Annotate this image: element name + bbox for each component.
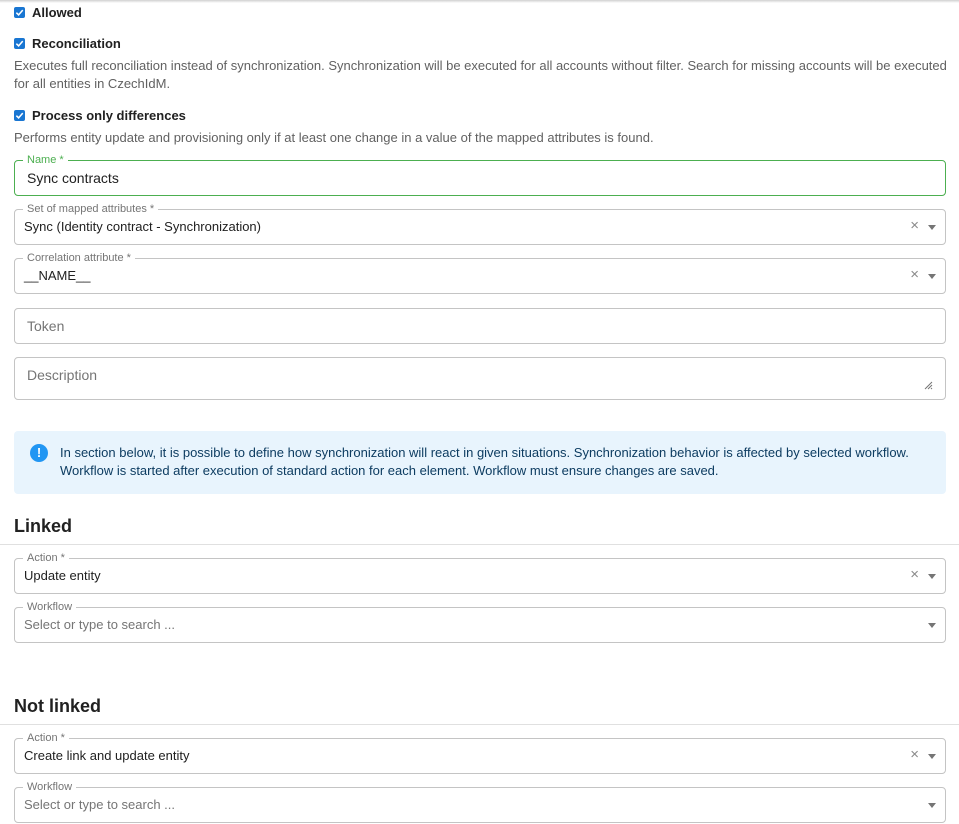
allowed-checkbox[interactable]	[14, 7, 25, 18]
not-linked-divider	[0, 724, 959, 725]
not-linked-action-value: Create link and update entity	[24, 748, 190, 763]
chevron-down-icon[interactable]	[928, 754, 936, 759]
description-textarea[interactable]: Description	[14, 357, 946, 400]
allowed-label: Allowed	[32, 5, 82, 20]
not-linked-action-label: Action *	[23, 731, 69, 745]
name-field-value[interactable]: Sync contracts	[27, 170, 119, 186]
clear-icon[interactable]: ×	[910, 566, 919, 584]
process-differences-checkbox-row[interactable]: Process only differences	[14, 108, 186, 123]
not-linked-section-title: Not linked	[14, 696, 102, 716]
linked-workflow-select[interactable]: Workflow Select or type to search ...	[14, 600, 946, 643]
clear-icon[interactable]: ×	[910, 266, 919, 284]
process-differences-checkbox[interactable]	[14, 110, 25, 121]
resize-handle-icon[interactable]	[923, 380, 933, 390]
not-linked-workflow-label: Workflow	[23, 780, 77, 794]
reconciliation-help: Executes full reconciliation instead of …	[14, 58, 947, 91]
description-placeholder: Description	[27, 367, 98, 383]
token-input[interactable]: Token	[14, 308, 946, 344]
reconciliation-label: Reconciliation	[32, 36, 121, 51]
chevron-down-icon[interactable]	[928, 274, 936, 279]
linked-section-title: Linked	[14, 516, 73, 536]
token-placeholder: Token	[27, 318, 65, 334]
name-field[interactable]: Name * Sync contracts	[14, 153, 946, 196]
reconciliation-checkbox-row[interactable]: Reconciliation	[14, 36, 121, 51]
chevron-down-icon[interactable]	[928, 623, 936, 628]
mapping-select-label: Set of mapped attributes *	[23, 202, 159, 216]
linked-workflow-placeholder: Select or type to search ...	[24, 617, 176, 632]
not-linked-workflow-select[interactable]: Workflow Select or type to search ...	[14, 780, 946, 823]
clear-icon[interactable]: ×	[910, 746, 919, 764]
process-differences-help: Performs entity update and provisioning …	[14, 130, 654, 145]
reconciliation-checkbox[interactable]	[14, 38, 25, 49]
chevron-down-icon[interactable]	[928, 574, 936, 579]
top-shadow	[0, 0, 959, 3]
correlation-select-value: __NAME__	[24, 268, 91, 283]
info-alert: ! In section below, it is possible to de…	[14, 431, 946, 494]
mapping-select-value: Sync (Identity contract - Synchronizatio…	[24, 219, 261, 234]
linked-action-select[interactable]: Action * Update entity ×	[14, 551, 946, 594]
chevron-down-icon[interactable]	[928, 803, 936, 808]
correlation-select-label: Correlation attribute *	[23, 251, 135, 265]
info-alert-text: In section below, it is possible to defi…	[60, 445, 909, 478]
linked-action-value: Update entity	[24, 568, 101, 583]
correlation-select[interactable]: Correlation attribute * __NAME__ ×	[14, 251, 946, 294]
not-linked-action-select[interactable]: Action * Create link and update entity ×	[14, 731, 946, 774]
process-differences-label: Process only differences	[32, 108, 186, 123]
not-linked-workflow-placeholder: Select or type to search ...	[24, 797, 176, 812]
allowed-checkbox-row[interactable]: Allowed	[14, 5, 82, 20]
linked-action-label: Action *	[23, 551, 69, 565]
linked-workflow-label: Workflow	[23, 600, 77, 614]
name-field-label: Name *	[23, 153, 68, 167]
linked-divider	[0, 544, 959, 545]
chevron-down-icon[interactable]	[928, 225, 936, 230]
info-icon: !	[30, 444, 48, 462]
mapping-select[interactable]: Set of mapped attributes * Sync (Identit…	[14, 202, 946, 245]
clear-icon[interactable]: ×	[910, 217, 919, 235]
